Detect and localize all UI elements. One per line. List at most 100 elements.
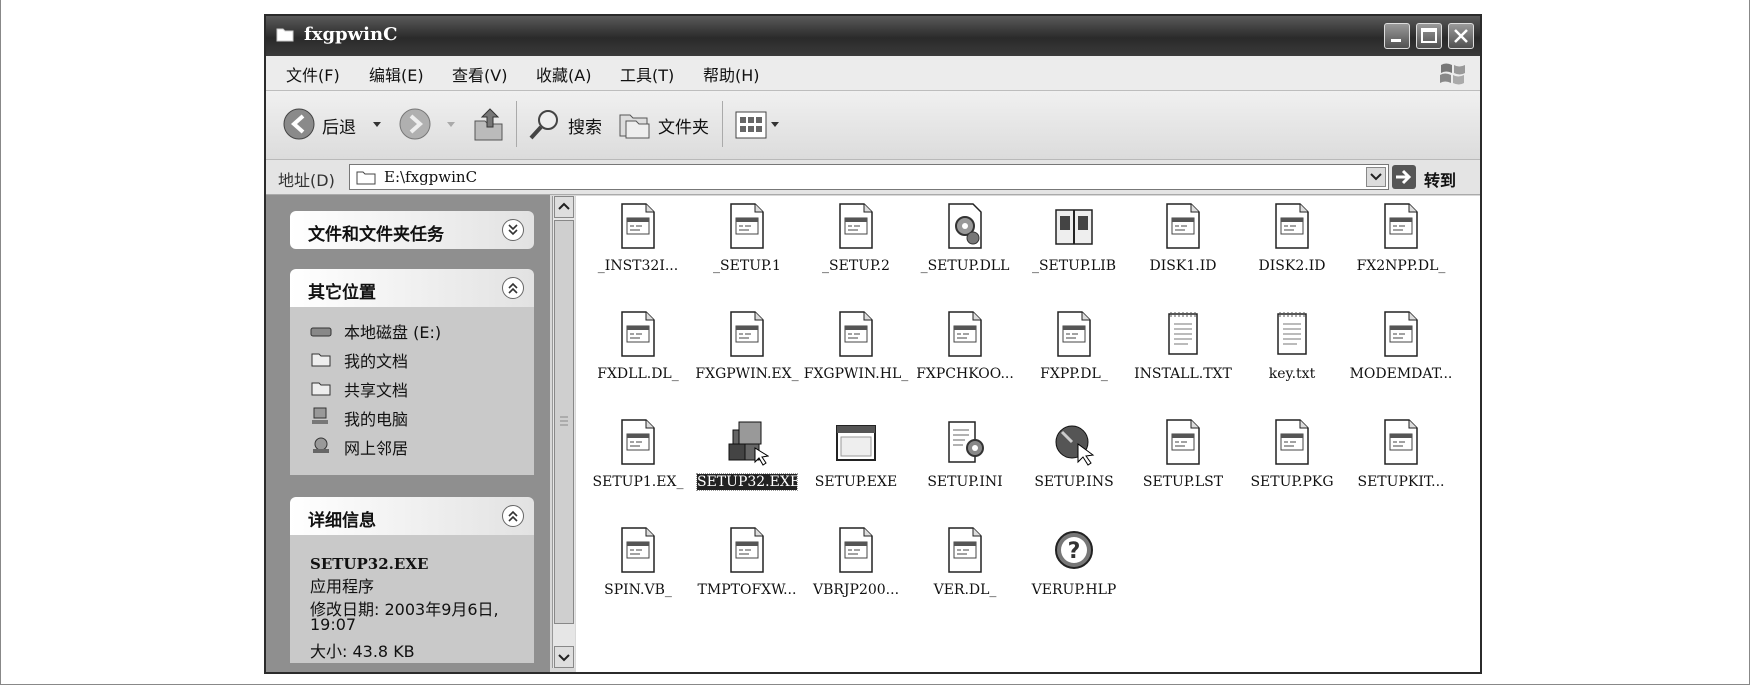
file-item[interactable]: _SETUP.DLL (911, 196, 1019, 296)
file-name: FXPP.DL_ (1040, 366, 1108, 382)
text-file-icon (1168, 312, 1198, 355)
file-item[interactable]: FXGPWIN.HL_ (802, 304, 910, 404)
file-item[interactable]: ? VERUP.HLP (1020, 520, 1128, 620)
file-item[interactable]: FXDLL.DL_ (584, 304, 692, 404)
scroll-down-button[interactable] (554, 646, 574, 668)
go-button[interactable]: 转到 (1392, 164, 1470, 190)
file-item[interactable]: FX2NPP.DL_ (1347, 196, 1455, 296)
file-item[interactable]: _SETUP.1 (693, 196, 801, 296)
views-button[interactable] (734, 109, 782, 141)
file-name: VBRJP200... (812, 582, 900, 598)
maximize-button[interactable] (1416, 23, 1442, 49)
expand-chevron-icon[interactable] (502, 219, 524, 241)
task-pane: 文件和文件夹任务 其它位置 本地磁盘 (E:) 我的文档 共享文档 我的电脑 网… (266, 195, 550, 672)
toolbar: 后退 搜索 文件夹 (266, 91, 1480, 160)
generic-file-icon (1384, 203, 1418, 249)
generic-file-icon (1275, 203, 1309, 249)
place-label: 本地磁盘 (E:) (344, 323, 442, 342)
file-item[interactable]: FXPCHKOO... (911, 304, 1019, 404)
file-item[interactable]: SETUP.INI (911, 412, 1019, 512)
generic-file-icon (1384, 311, 1418, 357)
details-panel-header[interactable]: 详细信息 (290, 497, 534, 535)
details-title: 详细信息 (308, 511, 376, 531)
minimize-button[interactable] (1384, 23, 1410, 49)
up-folder-icon[interactable] (472, 105, 506, 143)
collapse-chevron-icon[interactable] (502, 505, 524, 527)
collapse-chevron-icon[interactable] (502, 277, 524, 299)
generic-file-icon (1384, 419, 1418, 465)
detail-file-name: SETUP32.EXE (310, 555, 429, 573)
file-item[interactable]: SETUP32.EXE (693, 412, 801, 512)
file-item[interactable]: MODEMDAT... (1347, 304, 1455, 404)
file-item[interactable]: SETUP.EXE (802, 412, 910, 512)
forward-button[interactable] (398, 107, 432, 141)
file-name: SETUP1.EX_ (592, 474, 684, 490)
file-name: DISK2.ID (1258, 258, 1326, 274)
file-item[interactable]: INSTALL.TXT (1129, 304, 1237, 404)
file-item[interactable]: VBRJP200... (802, 520, 910, 620)
search-button[interactable]: 搜索 (528, 107, 608, 143)
file-item[interactable]: VER.DL_ (911, 520, 1019, 620)
minimize-icon (1391, 39, 1401, 42)
file-item[interactable]: SETUP.PKG (1238, 412, 1346, 512)
generic-file-icon (948, 527, 982, 573)
menu-bar: 文件(F) 编辑(E) 查看(V) 收藏(A) 工具(T) 帮助(H) (266, 56, 1480, 91)
generic-file-icon (948, 311, 982, 357)
file-name: VER.DL_ (933, 582, 997, 598)
vertical-scrollbar[interactable] (552, 196, 575, 668)
file-item[interactable]: _SETUP.2 (802, 196, 910, 296)
address-dropdown-button[interactable] (1366, 167, 1386, 187)
file-item[interactable]: DISK1.ID (1129, 196, 1237, 296)
menu-favorites[interactable]: 收藏(A) (536, 62, 591, 86)
file-item[interactable]: _INST32I... (584, 196, 692, 296)
address-input[interactable]: E:\fxgpwinC (349, 164, 1389, 190)
scroll-thumb[interactable] (554, 220, 574, 624)
menu-tools[interactable]: 工具(T) (620, 62, 674, 86)
file-name: key.txt (1268, 366, 1316, 382)
file-item[interactable]: SETUPKIT... (1347, 412, 1455, 512)
file-item[interactable]: SETUP.INS (1020, 412, 1128, 512)
address-bar: 地址(D) E:\fxgpwinC 转到 (266, 160, 1480, 195)
folders-button[interactable]: 文件夹 (618, 107, 714, 143)
file-item[interactable]: key.txt (1238, 304, 1346, 404)
details-panel: SETUP32.EXE 应用程序 修改日期: 2003年9月6日, 19:07 … (290, 535, 534, 663)
address-value: E:\fxgpwinC (384, 168, 478, 186)
file-item[interactable]: SETUP.LST (1129, 412, 1237, 512)
address-label: 地址(D) (278, 171, 335, 190)
title-bar[interactable]: fxgpwinC (266, 16, 1480, 56)
other-places-title: 其它位置 (308, 283, 376, 303)
network-icon (313, 437, 329, 453)
scroll-up-button[interactable] (554, 196, 574, 218)
back-dropdown-icon[interactable] (372, 121, 382, 129)
back-arrow-icon (283, 108, 315, 140)
text-file-icon (1277, 312, 1307, 355)
generic-file-icon (621, 311, 655, 357)
shared-folder-icon (311, 382, 331, 396)
menu-view[interactable]: 查看(V) (452, 62, 507, 86)
menu-help[interactable]: 帮助(H) (703, 62, 760, 86)
folders-icon (619, 114, 650, 139)
file-name: _SETUP.LIB (1031, 258, 1117, 274)
file-item[interactable]: SPIN.VB_ (584, 520, 692, 620)
file-item[interactable]: _SETUP.LIB (1020, 196, 1128, 296)
other-places-panel-header[interactable]: 其它位置 (290, 269, 534, 307)
file-tasks-panel-header[interactable]: 文件和文件夹任务 (290, 211, 534, 249)
chevron-up-icon (558, 202, 570, 210)
file-name: SETUP.LST (1142, 474, 1224, 490)
file-item[interactable]: FXGPWIN.EX_ (693, 304, 801, 404)
menu-edit[interactable]: 编辑(E) (369, 62, 424, 86)
file-item[interactable]: TMPTOFXW... (693, 520, 801, 620)
menu-file[interactable]: 文件(F) (286, 62, 340, 86)
generic-file-icon (1166, 203, 1200, 249)
back-button[interactable]: 后退 (282, 107, 382, 143)
file-item[interactable]: FXPP.DL_ (1020, 304, 1128, 404)
close-button[interactable] (1448, 23, 1474, 49)
file-name: FXGPWIN.HL_ (803, 366, 909, 382)
file-name: FXGPWIN.EX_ (695, 366, 799, 382)
explorer-window: fxgpwinC 文件(F) 编辑(E) 查看(V) 收藏(A) 工具(T) 帮… (264, 14, 1482, 674)
forward-dropdown-icon[interactable] (446, 121, 456, 129)
generic-file-icon (839, 527, 873, 573)
file-item[interactable]: SETUP1.EX_ (584, 412, 692, 512)
file-name: MODEMDAT... (1349, 366, 1453, 382)
file-item[interactable]: DISK2.ID (1238, 196, 1346, 296)
